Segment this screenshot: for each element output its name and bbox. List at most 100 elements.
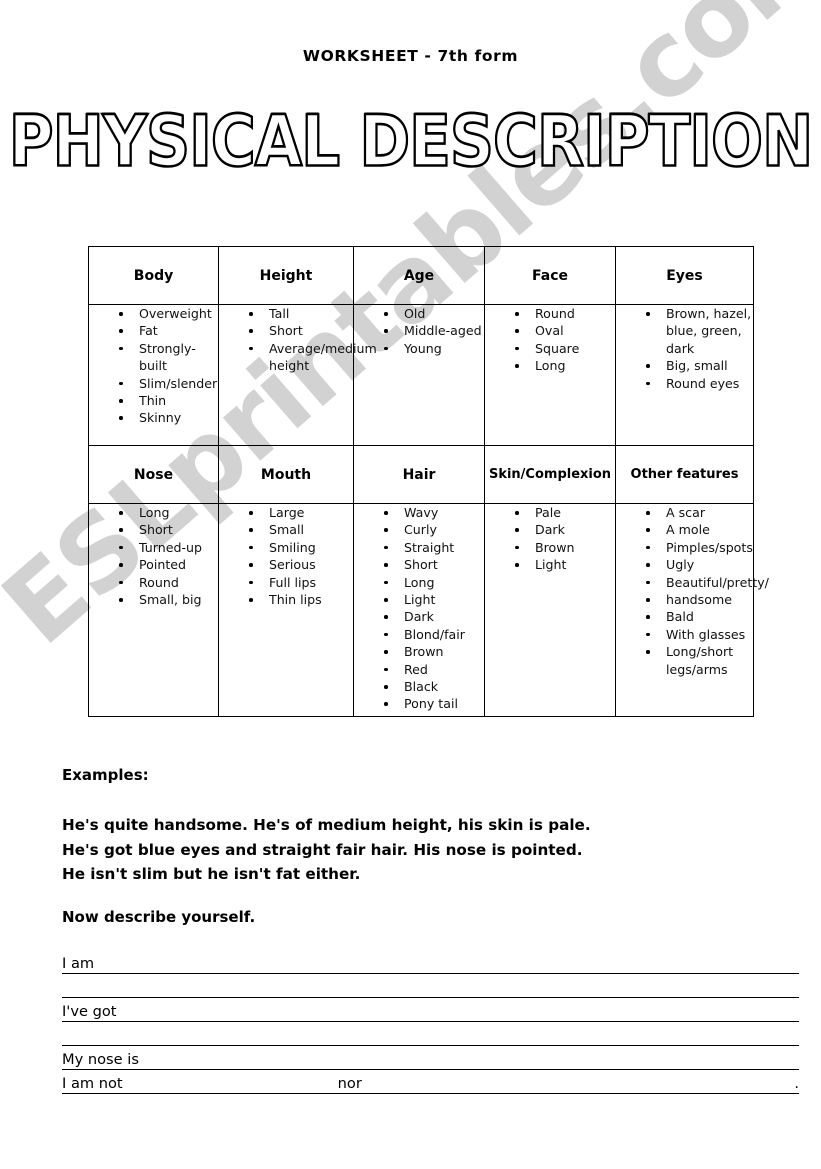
column-header-mouth: Mouth bbox=[218, 445, 354, 504]
list-item: Overweight bbox=[117, 305, 218, 322]
answer-line-blank-1[interactable] bbox=[62, 974, 799, 998]
list-item: Dark bbox=[513, 521, 615, 538]
worksheet-content: WORKSHEET - 7th form PHYSICAL DESCRIPTIO… bbox=[0, 0, 821, 1169]
answer-line-i-am[interactable]: I am bbox=[62, 950, 799, 974]
option-list-hair: Wavy Curly Straight Short Long Light Dar… bbox=[354, 504, 484, 713]
list-item-continuation: legs/arms bbox=[666, 661, 728, 677]
list-item: A scar bbox=[644, 504, 753, 521]
example-line-3: He isn't slim but he isn't fat either. bbox=[62, 865, 361, 883]
list-item: Pony tail bbox=[382, 695, 484, 712]
cell-hair-options: Wavy Curly Straight Short Long Light Dar… bbox=[353, 503, 485, 717]
list-item-continuation: blue, green, dark bbox=[666, 323, 742, 356]
list-item: A mole bbox=[644, 521, 753, 538]
list-item: Wavy bbox=[382, 504, 484, 521]
answer-lines: I am I've got My nose is I am not nor . bbox=[62, 950, 799, 1094]
answer-line-label: I am bbox=[62, 955, 95, 972]
answer-line-ive-got[interactable]: I've got bbox=[62, 998, 799, 1022]
list-item: Red bbox=[382, 661, 484, 678]
list-item: Light bbox=[513, 556, 615, 573]
cell-age-options: Old Middle-aged Young bbox=[353, 304, 485, 446]
table-header-row-2: Nose Mouth Hair Skin/Complexion Other fe… bbox=[88, 445, 754, 504]
list-item: Fat bbox=[117, 322, 218, 339]
list-item: Bald bbox=[644, 608, 753, 625]
column-header-body: Body bbox=[88, 246, 219, 305]
column-header-eyes: Eyes bbox=[615, 246, 754, 305]
column-header-height: Height bbox=[218, 246, 354, 305]
cell-face-options: Round Oval Square Long bbox=[484, 304, 616, 446]
answer-line-i-am-not[interactable]: I am not nor . bbox=[62, 1070, 799, 1094]
option-list-nose: Long Short Turned-up Pointed Round Small… bbox=[89, 504, 218, 608]
cell-height-options: Tall Short Average/medium height bbox=[218, 304, 377, 446]
page-title: PHYSICAL DESCRIPTION bbox=[8, 100, 815, 184]
option-list-face: Round Oval Square Long bbox=[485, 305, 615, 375]
list-item: Pointed bbox=[117, 556, 218, 573]
list-item: handsome bbox=[644, 591, 753, 608]
column-header-skin-complexion: Skin/Complexion bbox=[484, 445, 616, 504]
worksheet-page: ESLprintables.com WORKSHEET - 7th form P… bbox=[0, 0, 821, 1169]
list-item: Short bbox=[247, 322, 353, 339]
list-item: Black bbox=[382, 678, 484, 695]
list-item: Ugly bbox=[644, 556, 753, 573]
option-list-mouth: Large Small Smiling Serious Full lips Th… bbox=[219, 504, 353, 608]
cell-mouth-options: Large Small Smiling Serious Full lips Th… bbox=[218, 503, 354, 717]
examples-text: He's quite handsome. He's of medium heig… bbox=[62, 813, 762, 887]
list-item: Average/medium bbox=[247, 340, 377, 357]
list-item: Round bbox=[513, 305, 615, 322]
answer-line-blank-2[interactable] bbox=[62, 1022, 799, 1046]
list-item: Brown bbox=[513, 539, 615, 556]
list-item: Round bbox=[117, 574, 218, 591]
list-item: Short bbox=[382, 556, 484, 573]
list-item: Tall bbox=[247, 305, 353, 322]
list-item: Middle-aged bbox=[382, 322, 484, 339]
worksheet-subtitle: WORKSHEET - 7th form bbox=[302, 47, 519, 65]
task-prompt: Now describe yourself. bbox=[62, 908, 256, 926]
list-item: Brown bbox=[382, 643, 484, 660]
list-item: Brown, hazel, bbox=[644, 305, 753, 322]
list-item: Square bbox=[513, 340, 615, 357]
column-header-face: Face bbox=[484, 246, 616, 305]
option-list-body: Overweight Fat Strongly-built Slim/slend… bbox=[89, 305, 218, 427]
table-row: Overweight Fat Strongly-built Slim/slend… bbox=[88, 304, 754, 446]
answer-line-conjunction: nor bbox=[337, 1075, 362, 1092]
cell-skin-options: Pale Dark Brown Light bbox=[484, 503, 616, 717]
list-item: Smiling bbox=[247, 539, 353, 556]
list-item: Pale bbox=[513, 504, 615, 521]
list-item: Young bbox=[382, 340, 484, 357]
column-header-nose: Nose bbox=[88, 445, 219, 504]
answer-line-label: I've got bbox=[62, 1003, 117, 1020]
list-item: Large bbox=[247, 504, 353, 521]
list-item: Thin bbox=[117, 392, 218, 409]
list-item: Round eyes bbox=[644, 375, 753, 392]
column-header-other-features: Other features bbox=[615, 445, 754, 504]
list-item: Strongly-built bbox=[117, 340, 218, 375]
list-item: Thin lips bbox=[247, 591, 353, 608]
example-line-2: He's got blue eyes and straight fair hai… bbox=[62, 840, 583, 859]
option-list-skin: Pale Dark Brown Light bbox=[485, 504, 615, 574]
vocabulary-table: Body Height Age Face Eyes Overweight Fat… bbox=[88, 246, 769, 717]
list-item: Beautiful/pretty/ bbox=[644, 574, 769, 591]
list-item: Small bbox=[247, 521, 353, 538]
list-item: Small, big bbox=[117, 591, 218, 608]
cell-body-options: Overweight Fat Strongly-built Slim/slend… bbox=[88, 304, 219, 446]
option-list-other-features: A scar A mole Pimples/spots Ugly Beautif… bbox=[616, 504, 769, 678]
column-header-age: Age bbox=[353, 246, 485, 305]
list-item: Serious bbox=[247, 556, 353, 573]
list-item: Short bbox=[117, 521, 218, 538]
option-list-height: Tall Short Average/medium height bbox=[219, 305, 377, 375]
list-item-continuation: height bbox=[269, 358, 310, 374]
list-item: Light bbox=[382, 591, 484, 608]
answer-line-label: I am not bbox=[62, 1075, 123, 1092]
list-item: With glasses bbox=[644, 626, 753, 643]
list-item: Oval bbox=[513, 322, 615, 339]
list-item: Dark bbox=[382, 608, 484, 625]
list-item: Skinny bbox=[117, 409, 218, 426]
answer-line-my-nose-is[interactable]: My nose is bbox=[62, 1046, 799, 1070]
list-item: Straight bbox=[382, 539, 484, 556]
examples-label: Examples: bbox=[62, 766, 149, 784]
list-item: Old bbox=[382, 305, 484, 322]
list-item: Long bbox=[117, 504, 218, 521]
list-item: Blond/fair bbox=[382, 626, 484, 643]
answer-line-label: My nose is bbox=[62, 1051, 139, 1068]
option-list-eyes: Brown, hazel, blue, green, dark Big, sma… bbox=[616, 305, 753, 392]
table-row: Long Short Turned-up Pointed Round Small… bbox=[88, 503, 769, 717]
